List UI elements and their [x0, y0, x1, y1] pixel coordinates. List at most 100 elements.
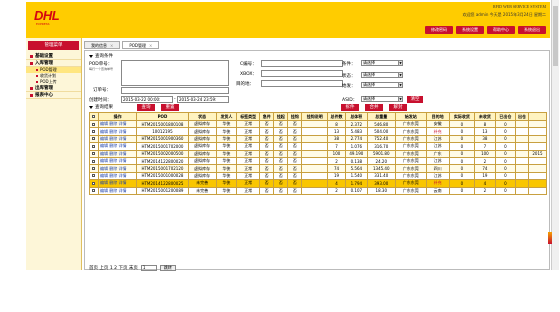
table-row[interactable]: 编辑 删除 详情 10012195 虚拟库存 华侠 正常否否否 13 5.483 504.00…: [89, 127, 548, 136]
tab-my-info[interactable]: 我的信息 ×: [84, 41, 121, 49]
checkbox[interactable]: [92, 115, 96, 118]
edit-link[interactable]: 编辑: [100, 181, 108, 186]
delete-link[interactable]: 删除: [109, 181, 117, 186]
condition-select[interactable]: 请选择 ▼: [361, 60, 403, 66]
table-row[interactable]: 编辑 删除 详情 HTM2015001800108 虚拟库存 华侠 正常否否否 8 2.37…: [89, 119, 548, 129]
table-row[interactable]: 编辑 删除 详情 HTM2015001200089 未完善 华侠 正常否否否 2 0.107…: [89, 186, 548, 195]
close-icon[interactable]: ×: [149, 42, 152, 49]
result-section-header[interactable]: 查询结果: [89, 104, 113, 110]
delete-link[interactable]: 删除: [109, 151, 117, 156]
asid-select[interactable]: 请选择 ▼: [361, 96, 403, 102]
checkbox[interactable]: [92, 137, 96, 141]
status-select[interactable]: 请选择 ▼: [361, 72, 403, 78]
delete-link[interactable]: 删除: [109, 173, 117, 178]
delete-link[interactable]: 删除: [109, 122, 117, 127]
table-row[interactable]: 编辑 删除 详情 HTM2015001000028 虚拟库存 华侠 正常否否否 19 1.5…: [89, 171, 548, 181]
details-link[interactable]: 详情: [119, 122, 127, 127]
checkbox[interactable]: [92, 159, 96, 163]
order-number-input[interactable]: [121, 87, 229, 94]
close-icon[interactable]: ×: [110, 42, 113, 49]
edit-link[interactable]: 编辑: [100, 188, 108, 193]
details-link[interactable]: 详情: [119, 144, 127, 149]
reset-button[interactable]: 重置: [161, 104, 179, 111]
delete-link[interactable]: 删除: [109, 129, 117, 134]
details-link[interactable]: 详情: [119, 159, 127, 164]
help-center-button[interactable]: 帮助中心: [487, 26, 515, 34]
delete-link[interactable]: 删除: [109, 144, 117, 149]
edit-link[interactable]: 编辑: [100, 136, 108, 141]
details-link[interactable]: 详情: [119, 129, 127, 134]
table-cell: 752.40: [366, 134, 396, 144]
table-row[interactable]: 编辑 删除 详情 HTM2014122800020 虚拟库存 华侠 正常否否否 2 0.13…: [89, 156, 548, 166]
row-checkbox-cell[interactable]: [89, 186, 99, 195]
edit-link[interactable]: 编辑: [100, 122, 108, 127]
table-row[interactable]: 编辑 删除 详情 HTM2015001702120 虚拟库存 华侠 正常否否否 74 5.5…: [89, 164, 548, 173]
go-to-page-button[interactable]: 跳转: [159, 265, 176, 271]
pager-links[interactable]: 首页 上页 1 2 下页 末页: [89, 265, 138, 271]
table-cell: 虚拟库存: [187, 119, 217, 129]
row-checkbox-cell[interactable]: [89, 134, 99, 144]
c-number-input[interactable]: [261, 60, 343, 67]
edit-link[interactable]: 编辑: [100, 159, 108, 164]
row-checkbox-cell[interactable]: [89, 149, 99, 158]
column-header: 总件数: [327, 112, 346, 121]
scrollbar-thumb[interactable]: [553, 6, 558, 66]
delete-link[interactable]: 删除: [109, 166, 117, 171]
sidebar-group-reports[interactable]: 报表中心: [26, 92, 81, 99]
checkbox[interactable]: [92, 167, 96, 171]
table-row[interactable]: 编辑 删除 详情 HTM2014122800025 未完善 华侠 正常否否否 4 1.794…: [89, 179, 548, 188]
split-button[interactable]: 拆件: [341, 104, 359, 111]
delete-link[interactable]: 删除: [109, 188, 117, 193]
created-to-input[interactable]: 2015-03-24 23:59:: [177, 96, 229, 103]
checkbox[interactable]: [92, 181, 96, 185]
destination-input[interactable]: [261, 80, 343, 87]
row-checkbox-cell[interactable]: [89, 119, 99, 129]
edit-link[interactable]: 编辑: [100, 166, 108, 171]
clear-button[interactable]: 清空: [407, 96, 423, 103]
vertical-scrollbar[interactable]: [551, 0, 559, 270]
table-row[interactable]: 编辑 删除 详情 HTM2015001900360 虚拟库存 华侠 正常否否否 38 2.7…: [89, 134, 548, 144]
row-checkbox-cell[interactable]: [89, 142, 99, 151]
row-checkbox-cell[interactable]: [89, 164, 99, 173]
checkbox[interactable]: [92, 144, 96, 148]
checkbox[interactable]: [92, 174, 96, 178]
details-link[interactable]: 详情: [119, 166, 127, 171]
edit-link[interactable]: 编辑: [100, 144, 108, 149]
sidebar-group-inbound[interactable]: 入库管理: [26, 60, 81, 67]
table-cell: 0: [494, 156, 517, 166]
table-row[interactable]: 编辑 删除 详情 HTM2015002000500 虚拟库存 华侠 正常否否否 100 49…: [89, 149, 548, 158]
row-checkbox-cell[interactable]: [89, 156, 99, 166]
checkbox[interactable]: [92, 130, 96, 134]
merge-button[interactable]: 合并: [365, 104, 383, 111]
details-link[interactable]: 详情: [119, 151, 127, 156]
details-link[interactable]: 详情: [119, 173, 127, 178]
pod-number-textarea[interactable]: [121, 60, 229, 86]
select-all-header[interactable]: [89, 112, 99, 121]
system-settings-button[interactable]: 系统设置: [456, 26, 484, 34]
details-link[interactable]: 详情: [119, 136, 127, 141]
xbox-input[interactable]: [261, 70, 343, 77]
logout-button[interactable]: 系统退出: [518, 26, 546, 34]
created-from-input[interactable]: 2015-03-22 00:00:: [121, 96, 173, 103]
details-link[interactable]: 详情: [119, 188, 127, 193]
details-link[interactable]: 详情: [119, 181, 127, 186]
origin-select[interactable]: 请选择 ▼: [361, 82, 403, 88]
table-row[interactable]: 编辑 删除 详情 HTM2015001702000 虚拟库存 华侠 正常否否否 7 1.07…: [89, 142, 548, 151]
edit-link[interactable]: 编辑: [100, 151, 108, 156]
row-checkbox-cell[interactable]: [89, 171, 99, 181]
query-section-header[interactable]: 查询条件: [89, 53, 113, 59]
unseal-button[interactable]: 解封: [389, 104, 407, 111]
row-checkbox-cell[interactable]: [89, 127, 99, 136]
checkbox[interactable]: [92, 189, 96, 193]
edit-link[interactable]: 编辑: [100, 129, 108, 134]
edit-link[interactable]: 编辑: [100, 173, 108, 178]
row-checkbox-cell[interactable]: [89, 179, 99, 188]
delete-link[interactable]: 删除: [109, 159, 117, 164]
checkbox[interactable]: [92, 152, 96, 156]
tab-pod-management[interactable]: POD管理 ×: [122, 41, 160, 49]
delete-link[interactable]: 删除: [109, 136, 117, 141]
search-button[interactable]: 查询: [137, 104, 155, 111]
page-number-input[interactable]: 1: [140, 265, 157, 271]
change-password-button[interactable]: 修改密码: [425, 26, 453, 34]
checkbox[interactable]: [92, 122, 96, 126]
